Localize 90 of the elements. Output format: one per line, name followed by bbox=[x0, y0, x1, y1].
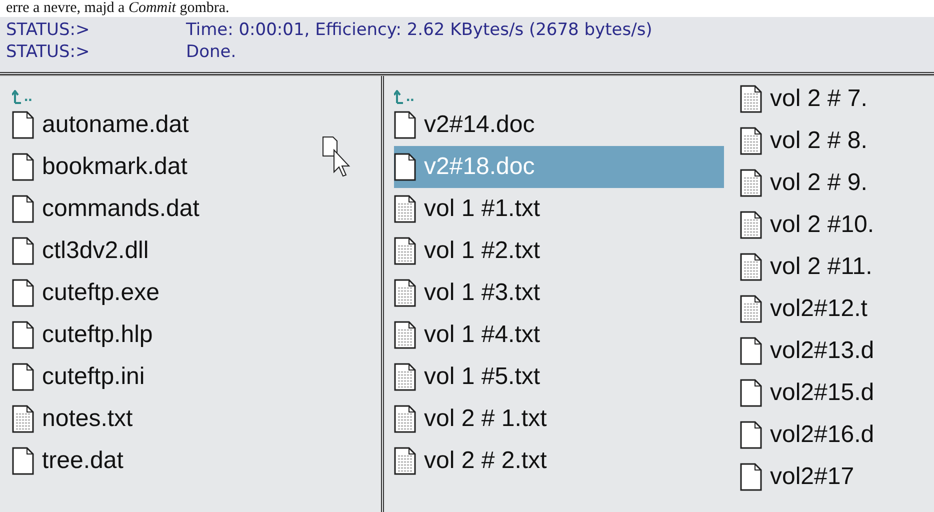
file-name: vol 2 # 7. bbox=[770, 84, 868, 114]
text-file-icon bbox=[394, 447, 416, 475]
file-icon bbox=[740, 379, 762, 407]
text-file-icon bbox=[394, 195, 416, 223]
file-icon bbox=[394, 153, 416, 181]
file-row[interactable]: cuteftp.hlp bbox=[12, 314, 381, 356]
file-name: vol 1 #3.txt bbox=[424, 278, 540, 308]
file-row[interactable]: notes.txt bbox=[12, 398, 381, 440]
file-row[interactable]: vol 1 #4.txt bbox=[394, 314, 724, 356]
file-name: v2#18.doc bbox=[424, 152, 535, 182]
file-row[interactable]: bookmark.dat bbox=[12, 146, 381, 188]
file-name: vol 2 #10. bbox=[770, 210, 874, 240]
file-name: vol 1 #4.txt bbox=[424, 320, 540, 350]
file-name: vol2#17 bbox=[770, 462, 854, 492]
file-name: vol 1 #1.txt bbox=[424, 194, 540, 224]
text-file-icon bbox=[740, 211, 762, 239]
file-row[interactable]: cuteftp.ini bbox=[12, 356, 381, 398]
status-message: Time: 0:00:01, Efficiency: 2.62 KBytes/s (2678 bytes/s) bbox=[186, 19, 652, 41]
file-name: vol2#16.d bbox=[770, 420, 874, 450]
file-name: vol 2 #11. bbox=[770, 252, 872, 282]
file-row[interactable]: vol 2 # 1.txt bbox=[394, 398, 724, 440]
file-name: vol 2 # 8. bbox=[770, 126, 868, 156]
file-name: vol2#12.t bbox=[770, 294, 868, 324]
file-icon bbox=[12, 153, 34, 181]
text-file-icon bbox=[740, 253, 762, 281]
parent-folder-icon[interactable] bbox=[12, 90, 22, 104]
file-row[interactable]: ctl3dv2.dll bbox=[12, 230, 381, 272]
text-file-icon bbox=[740, 85, 762, 113]
file-row[interactable]: vol 1 #2.txt bbox=[394, 230, 724, 272]
file-row[interactable]: tree.dat bbox=[12, 440, 381, 482]
file-row[interactable]: vol2#15.d bbox=[740, 372, 882, 414]
file-row[interactable]: vol2#12.t bbox=[740, 288, 882, 330]
file-name: vol2#15.d bbox=[770, 378, 874, 408]
file-name: cuteftp.ini bbox=[42, 362, 145, 392]
file-name: notes.txt bbox=[42, 404, 133, 434]
file-name: tree.dat bbox=[42, 446, 124, 476]
text-file-icon bbox=[740, 127, 762, 155]
file-name: bookmark.dat bbox=[42, 152, 188, 182]
file-row[interactable]: vol 2 # 7. bbox=[740, 78, 882, 120]
file-row[interactable]: vol 1 #1.txt bbox=[394, 188, 724, 230]
file-row[interactable]: v2#14.doc bbox=[394, 104, 724, 146]
file-row[interactable]: cuteftp.exe bbox=[12, 272, 381, 314]
file-icon bbox=[12, 447, 34, 475]
text-file-icon bbox=[394, 321, 416, 349]
file-name: vol 1 #5.txt bbox=[424, 362, 540, 392]
file-icon bbox=[12, 237, 34, 265]
parent-folder-icon[interactable] bbox=[394, 90, 404, 104]
file-row[interactable]: vol 2 # 9. bbox=[740, 162, 882, 204]
file-row[interactable]: vol 1 #3.txt bbox=[394, 272, 724, 314]
file-row[interactable]: autoname.dat bbox=[12, 104, 381, 146]
file-icon bbox=[12, 111, 34, 139]
text-file-icon bbox=[394, 405, 416, 433]
text-file-icon bbox=[740, 295, 762, 323]
file-name: v2#14.doc bbox=[424, 110, 535, 140]
text-file-icon bbox=[12, 405, 34, 433]
file-name: ctl3dv2.dll bbox=[42, 236, 149, 266]
file-icon bbox=[12, 321, 34, 349]
file-row[interactable]: vol 1 #5.txt bbox=[394, 356, 724, 398]
file-name: autoname.dat bbox=[42, 110, 189, 140]
file-name: commands.dat bbox=[42, 194, 200, 224]
file-icon bbox=[12, 363, 34, 391]
text-file-icon bbox=[394, 279, 416, 307]
file-icon bbox=[12, 279, 34, 307]
file-row[interactable]: commands.dat bbox=[12, 188, 381, 230]
text-file-icon bbox=[394, 237, 416, 265]
status-label: STATUS:> bbox=[6, 19, 91, 41]
file-row[interactable]: vol 2 # 2.txt bbox=[394, 440, 724, 482]
file-icon bbox=[740, 421, 762, 449]
file-icon bbox=[740, 337, 762, 365]
file-name: vol 2 # 2.txt bbox=[424, 446, 547, 476]
file-row[interactable]: vol2#17 bbox=[740, 456, 882, 498]
file-name: vol 2 # 1.txt bbox=[424, 404, 547, 434]
file-name: vol2#13.d bbox=[770, 336, 874, 366]
file-icon bbox=[12, 195, 34, 223]
file-row[interactable]: vol2#16.d bbox=[740, 414, 882, 456]
file-name: cuteftp.exe bbox=[42, 278, 160, 308]
status-label: STATUS:> bbox=[6, 41, 91, 63]
file-name: cuteftp.hlp bbox=[42, 320, 153, 350]
file-icon bbox=[740, 463, 762, 491]
file-row[interactable]: vol 2 # 8. bbox=[740, 120, 882, 162]
status-message: Done. bbox=[186, 41, 236, 63]
text-file-icon bbox=[394, 363, 416, 391]
text-file-icon bbox=[740, 169, 762, 197]
file-row[interactable]: vol2#13.d bbox=[740, 330, 882, 372]
book-caption: erre a nevre, majd a Commit gombra. bbox=[5, 0, 230, 17]
file-name: vol 2 # 9. bbox=[770, 168, 868, 198]
file-name: vol 1 #2.txt bbox=[424, 236, 540, 266]
file-row[interactable]: vol 2 #11. bbox=[740, 246, 882, 288]
file-icon bbox=[394, 111, 416, 139]
file-row[interactable]: vol 2 #10. bbox=[740, 204, 882, 246]
